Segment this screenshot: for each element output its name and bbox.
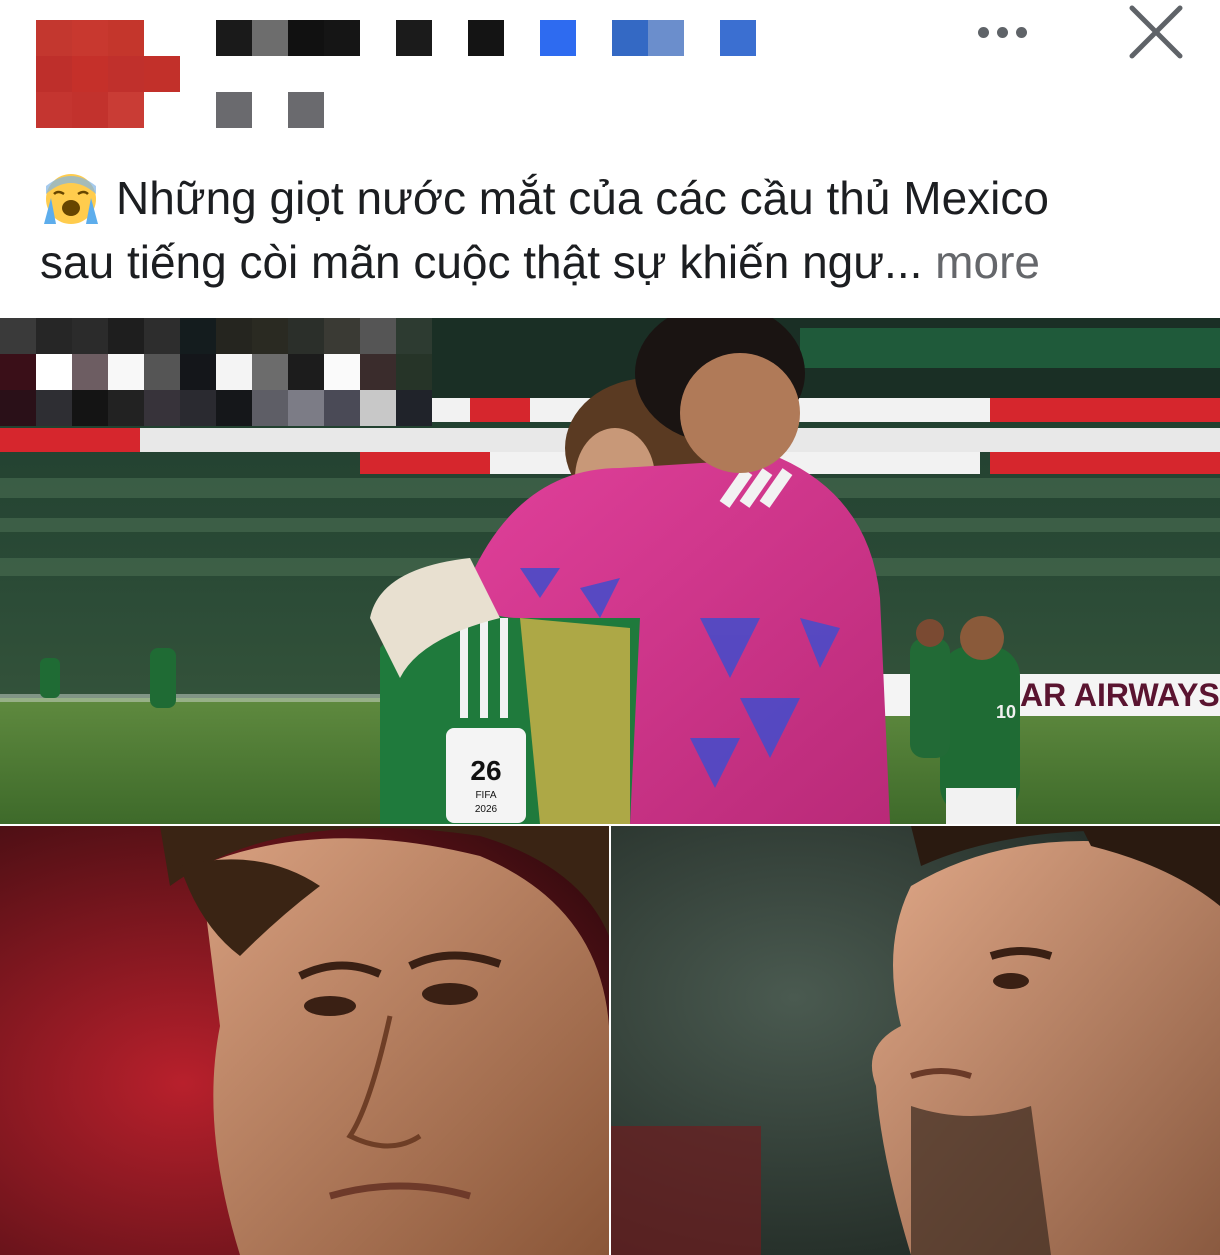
caption-line-1: Những giọt nước mắt của các cầu thủ Mexi… (116, 172, 1049, 224)
player-closeup-right-image (611, 826, 1220, 1255)
more-options-button[interactable] (968, 14, 1036, 50)
post-photo-player-closeup-left[interactable] (0, 826, 609, 1255)
post-meta-blurred (216, 92, 324, 128)
svg-text:26: 26 (470, 755, 501, 786)
close-icon (1129, 5, 1183, 59)
svg-text:FIFA: FIFA (475, 790, 496, 801)
caption-line-2: sau tiếng còi mãn cuộc thật sự khiến ngư… (40, 236, 923, 288)
post-header (0, 0, 1220, 150)
ad-board-text: AR AIRWAYS (1020, 677, 1220, 713)
avatar[interactable] (36, 20, 180, 128)
post-caption: Những giọt nước mắt của các cầu thủ Mexi… (40, 166, 1190, 294)
blurred-watermark (0, 318, 446, 430)
loudly-crying-face-icon (40, 172, 102, 226)
player-closeup-left-image (0, 826, 609, 1255)
more-horizontal-icon (977, 26, 989, 38)
post-photo-player-closeup-right[interactable] (611, 826, 1220, 1255)
svg-text:10: 10 (996, 702, 1016, 722)
author-name-blurred[interactable] (216, 20, 756, 56)
see-more-link[interactable]: more (922, 236, 1040, 288)
close-button[interactable] (1120, 0, 1192, 62)
svg-text:2026: 2026 (475, 804, 498, 815)
